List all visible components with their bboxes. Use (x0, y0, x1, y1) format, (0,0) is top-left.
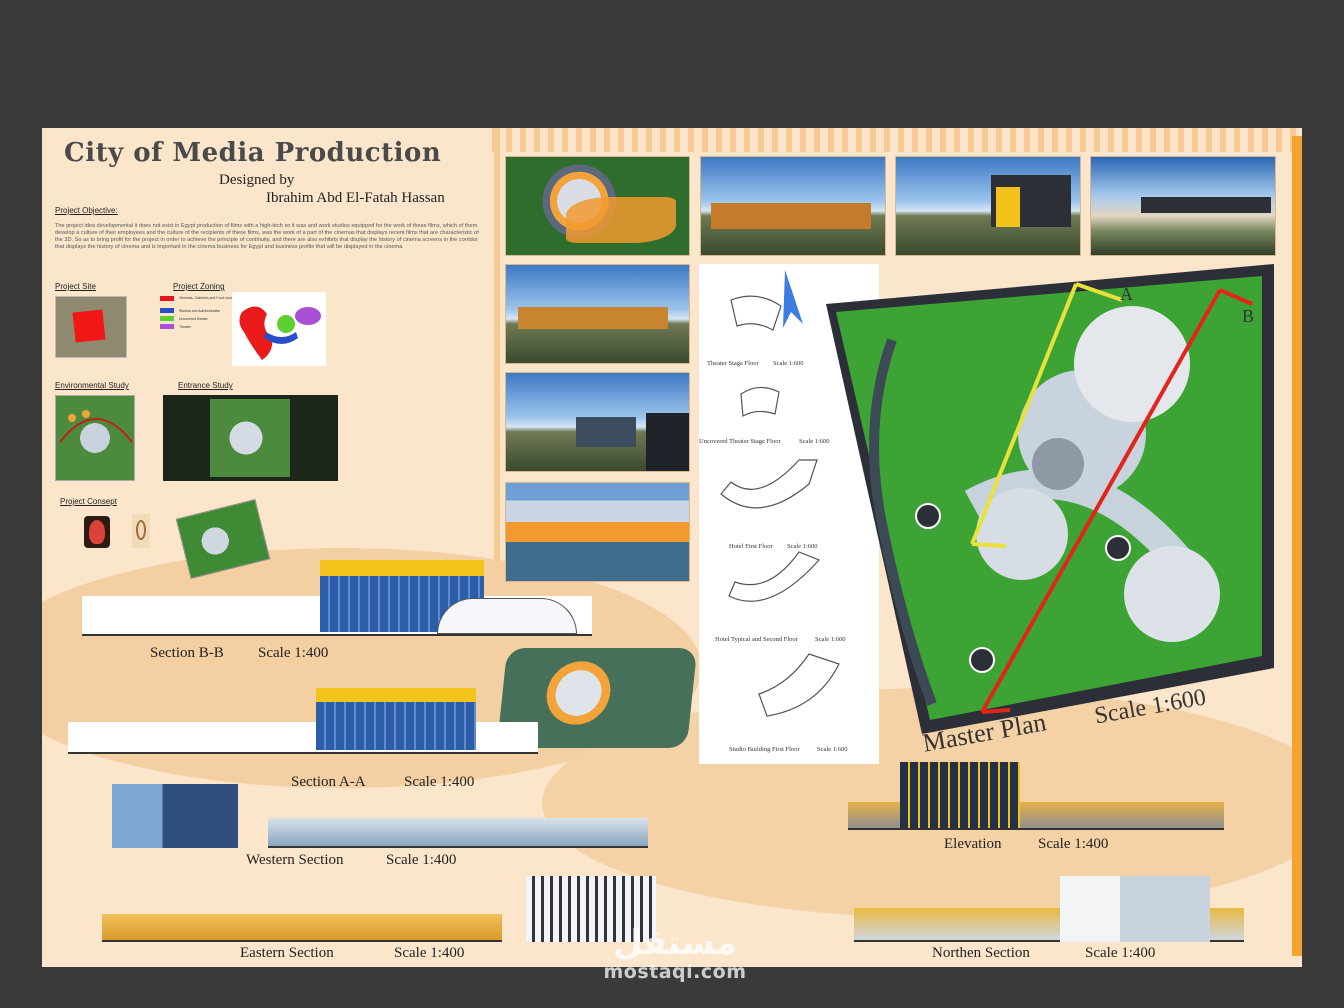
poster-board: City of Media Production Designed by Ibr… (42, 128, 1302, 967)
master-plan-marker-b: B (1242, 306, 1255, 326)
hotel-typical-plan-label: Hotel Typical and Second Floor (715, 636, 798, 643)
western-section-tower (112, 784, 238, 848)
objective-text: The project idea developmental it does n… (55, 223, 479, 250)
legend-label: Cinemas, Galleries and Food court (179, 296, 234, 300)
project-zoning-heading: Project Zoning (173, 282, 225, 291)
render-view-5 (505, 264, 690, 364)
western-section-drawing (268, 818, 648, 848)
designed-by-label: Designed by (219, 172, 295, 188)
theater-stage-plan-scale: Scale 1:600 (773, 360, 804, 367)
section-bb-dome (437, 598, 577, 634)
site-plot (72, 309, 106, 343)
studio-first-plan-scale: Scale 1:600 (817, 746, 848, 753)
render-view-4 (1090, 156, 1276, 256)
northen-section-label: Northen Section (932, 945, 1030, 961)
poster-title: City of Media Production (64, 138, 442, 168)
project-consept-heading: Project Consept (60, 497, 117, 506)
eastern-section-scale: Scale 1:400 (394, 945, 465, 961)
legend-label: Studios and Administrative (179, 309, 221, 313)
legend-label: Theater (179, 325, 192, 329)
zoning-diagram (232, 292, 326, 366)
stripe-band-top (492, 128, 1302, 152)
elevation-label: Elevation (944, 836, 1002, 852)
watermark-latin-text: mostaqi.com (603, 961, 747, 983)
render-view-2 (700, 156, 886, 256)
studio-first-plan-label: Studio Building First Floor (729, 746, 800, 753)
eastern-section-label: Eastern Section (240, 945, 334, 961)
watermark-arabic-text: مستقل (612, 923, 738, 963)
sun-path-arc (59, 410, 133, 443)
render-aerial-1 (505, 156, 690, 256)
northen-section-tower (1060, 876, 1210, 942)
environmental-study-image (55, 395, 135, 481)
legend-swatch-red (160, 296, 174, 301)
hotel-first-plan-scale: Scale 1:600 (787, 543, 818, 550)
uncovered-theater-plan-label: Uncovered Theater Stage Floor (699, 438, 781, 445)
northen-section-scale: Scale 1:400 (1085, 945, 1156, 961)
ear-icon (84, 516, 110, 548)
project-site-heading: Project Site (55, 282, 96, 291)
master-plan-marker-a: A (1120, 284, 1133, 304)
section-aa-label: Section A-A (291, 774, 366, 790)
western-section-scale: Scale 1:400 (386, 852, 457, 868)
entrance-study-image (163, 395, 338, 481)
stripe-band-side (494, 128, 504, 598)
theater-stage-plan-label: Theater Stage Floor (707, 360, 759, 367)
section-aa-yellow-band (316, 688, 476, 702)
legend-swatch-green (160, 316, 174, 321)
render-building (1141, 197, 1271, 213)
master-plan (826, 264, 1274, 734)
render-view-7 (505, 482, 690, 582)
render-building (518, 307, 668, 329)
render-building (576, 417, 636, 447)
legend-label: Uncovered theater (179, 317, 208, 321)
render-detail (566, 197, 676, 243)
elevation-tower (900, 762, 1020, 828)
western-section-label: Western Section (246, 852, 344, 868)
section-bb-scale: Scale 1:400 (258, 645, 329, 661)
mostaql-watermark: مستقل mostaqi.com (590, 925, 760, 983)
hotel-first-plan-label: Hotel First Floor (729, 543, 773, 550)
designer-name: Ibrahim Abd El-Fatah Hassan (266, 190, 445, 206)
section-aa-scale: Scale 1:400 (404, 774, 475, 790)
section-bb-yellow-band (320, 560, 484, 576)
legend-swatch-blue (160, 308, 174, 313)
eastern-section-drawing (102, 914, 502, 942)
ear-shape (89, 520, 105, 544)
render-building (646, 413, 689, 471)
entrance-plan (210, 399, 290, 477)
accent-bar (1292, 136, 1302, 956)
render-building (996, 187, 1020, 227)
ear-shape (136, 520, 146, 540)
section-bb-label: Section B-B (150, 645, 224, 661)
environmental-study-heading: Environmental Study (55, 381, 129, 390)
ear-sketch-icon (132, 514, 150, 548)
render-building (711, 203, 871, 229)
legend-swatch-purple (160, 324, 174, 329)
elevation-scale: Scale 1:400 (1038, 836, 1109, 852)
entrance-study-heading: Entrance Study (178, 381, 233, 390)
render-view-3 (895, 156, 1081, 256)
render-view-6 (505, 372, 690, 472)
objective-heading: Project Objective: (55, 206, 118, 215)
project-site-image (55, 296, 127, 358)
